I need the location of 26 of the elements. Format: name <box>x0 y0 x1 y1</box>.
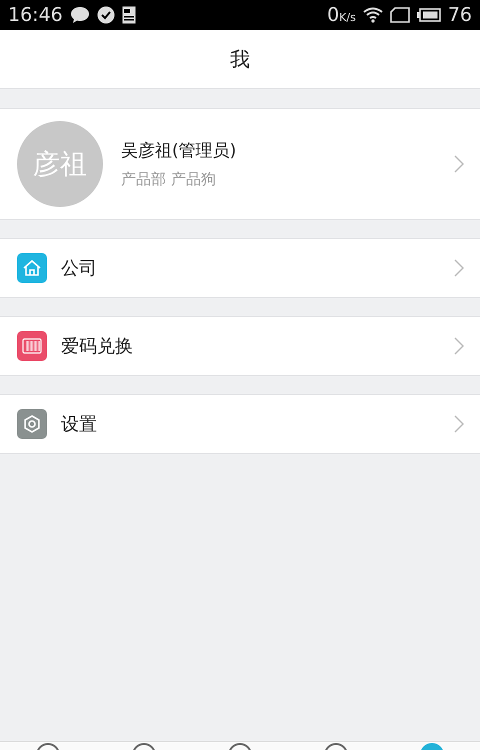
tab-icon[interactable] <box>35 742 61 750</box>
status-time: 16:46 <box>8 4 63 26</box>
user-name: 吴彦祖(管理员) <box>121 140 238 162</box>
wifi-icon <box>362 7 383 23</box>
chat-bubble-icon <box>70 6 90 24</box>
menu-label: 爱码兑换 <box>61 335 134 358</box>
chevron-right-icon <box>454 155 464 173</box>
menu-label: 公司 <box>61 257 98 280</box>
chevron-right-icon <box>454 337 464 355</box>
page-title: 我 <box>230 46 250 72</box>
menu-item[interactable]: 公司 <box>0 238 480 298</box>
tab-icon[interactable] <box>323 742 349 750</box>
chevron-right-icon <box>454 259 464 277</box>
menu-item[interactable]: 设置 <box>0 394 480 454</box>
battery-level: 76 <box>448 4 472 26</box>
menu-label: 设置 <box>61 413 98 436</box>
document-icon <box>122 6 136 24</box>
sim-card-icon <box>390 7 410 23</box>
chevron-right-icon <box>454 415 464 433</box>
battery-icon <box>416 8 441 22</box>
network-speed: 0K/s <box>327 4 356 26</box>
tab-icon[interactable] <box>131 742 157 750</box>
tab-icon[interactable] <box>227 742 253 750</box>
check-circle-icon <box>96 6 115 24</box>
menu-item[interactable]: 爱码兑换 <box>0 316 480 376</box>
user-department: 产品部 产品狗 <box>121 170 217 189</box>
